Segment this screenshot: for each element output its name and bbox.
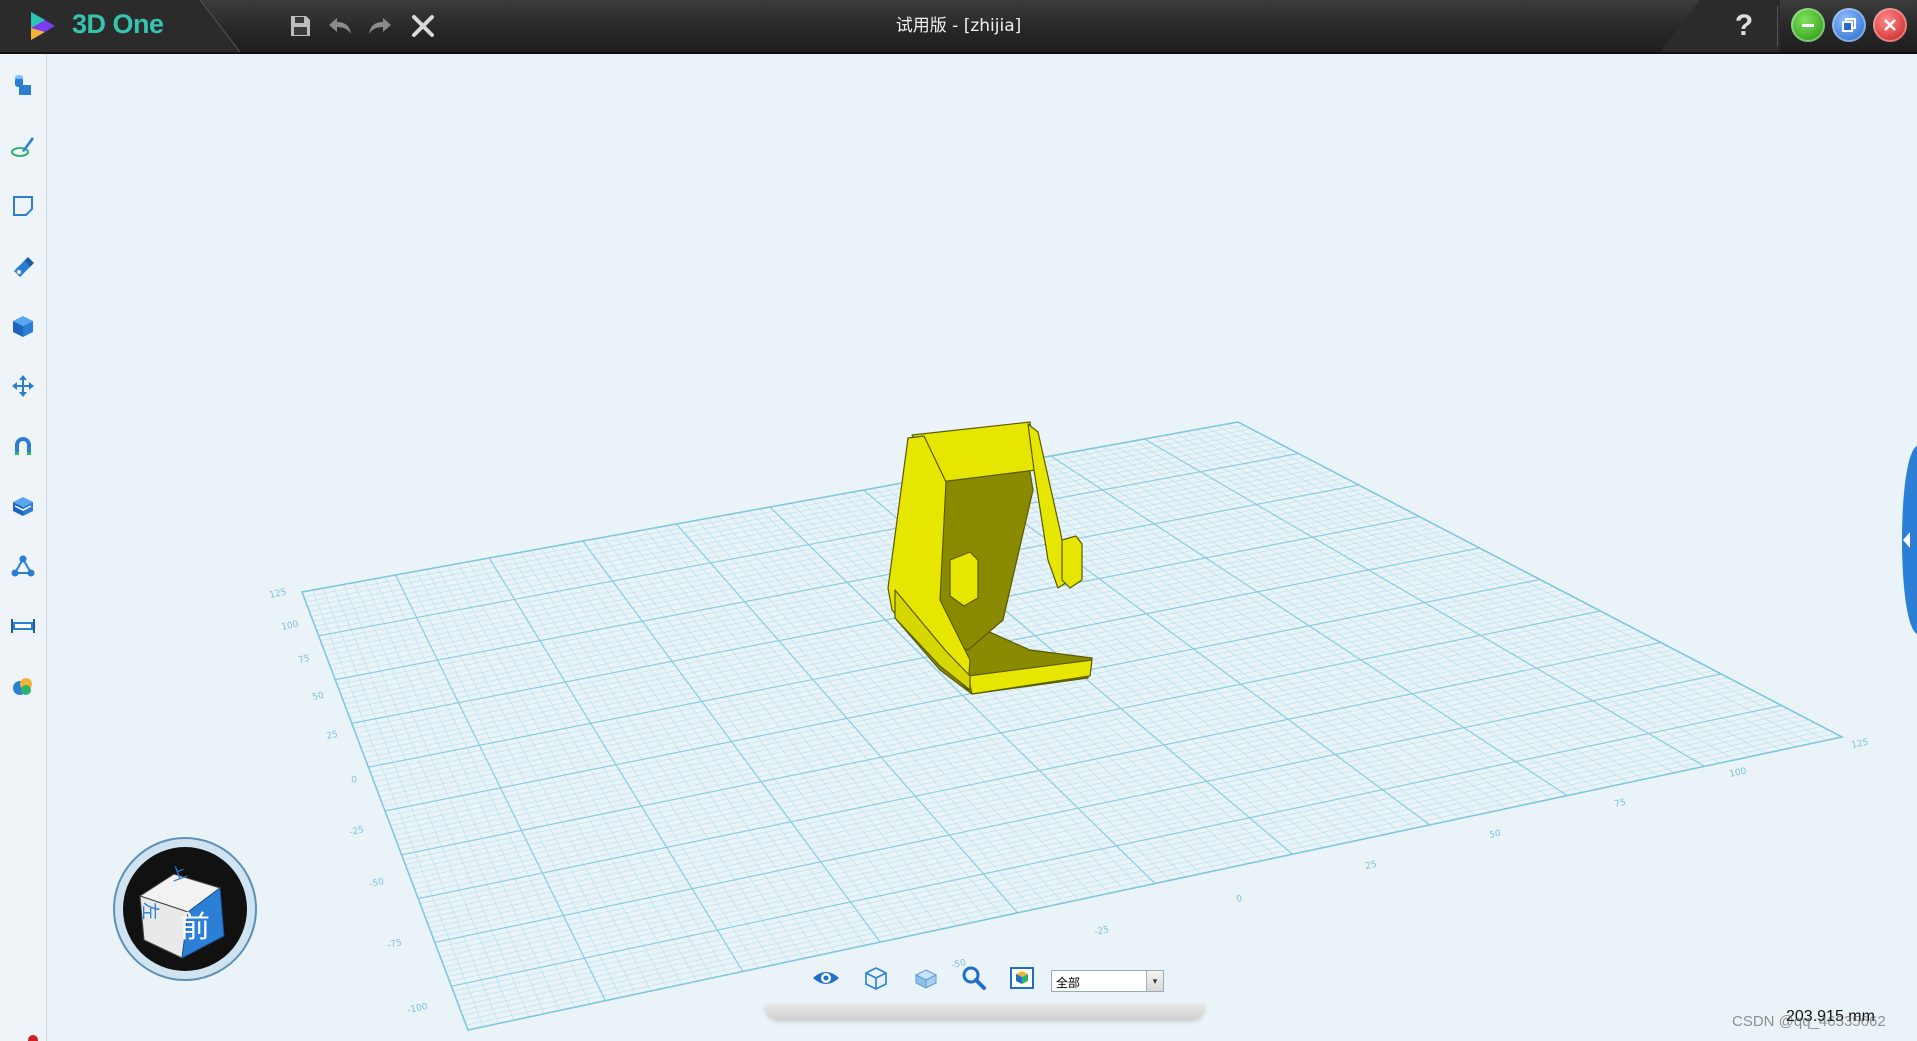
axis-label: 25	[1365, 860, 1378, 872]
solid-primitives-icon	[15, 75, 31, 95]
title-bar: 3D One 试用版 - [zhijia] ?	[0, 0, 1917, 54]
3d-viewport[interactable]: 125 100 75 50 25 0 -25 -50 -75 -100 -50 …	[47, 54, 1917, 1041]
zoom-button[interactable]	[956, 960, 992, 996]
axis-label: 125	[1851, 738, 1870, 751]
view-cube[interactable]: 上 左 前	[112, 836, 258, 982]
wireframe-cube-icon	[865, 967, 887, 990]
cube-icon	[13, 316, 33, 337]
view-cube-left-label: 左	[139, 902, 160, 920]
help-icon: ?	[1734, 9, 1754, 42]
axis-label: -25	[349, 825, 365, 838]
axis-label: 100	[1729, 767, 1748, 780]
axis-label: -100	[407, 1002, 429, 1016]
sidebar-item-material[interactable]	[5, 668, 41, 704]
sidebar-item-pattern[interactable]	[5, 548, 41, 584]
color-palette-icon	[13, 678, 32, 695]
axis-label: -75	[387, 938, 403, 951]
nodes-icon	[11, 555, 35, 577]
axis-label: -25	[1094, 925, 1110, 938]
axis-label: 50	[1489, 829, 1503, 841]
layers-icon	[13, 497, 33, 516]
axis-label: 75	[1614, 798, 1627, 810]
minimize-icon	[1802, 24, 1814, 27]
axis-label: -50	[369, 877, 386, 890]
bottom-axis-labels: -50 -25 0 25 50 75 100 125	[951, 738, 1870, 971]
restore-icon	[1842, 18, 1856, 32]
zoom-icon	[962, 966, 986, 990]
close-button[interactable]	[1873, 8, 1907, 42]
model-left-hook	[949, 551, 979, 607]
view-cube-front-label: 前	[180, 910, 210, 945]
sidebar-item-sketch-edit[interactable]	[5, 188, 41, 224]
title-divider	[1777, 6, 1778, 46]
axis-label: 0	[351, 775, 359, 786]
help-button[interactable]: ?	[1726, 8, 1762, 44]
sketch-square-icon	[13, 196, 33, 216]
status-indicator	[28, 1035, 38, 1041]
eye-icon	[813, 972, 839, 984]
magnet-icon	[15, 437, 31, 455]
scene-canvas[interactable]: 125 100 75 50 25 0 -25 -50 -75 -100 -50 …	[47, 54, 1917, 1041]
shaded-button[interactable]	[908, 960, 944, 996]
title-right-tab-shape	[1660, 0, 1780, 52]
sidebar-item-special-function[interactable]	[5, 248, 41, 284]
watermark: CSDN @qq_46535662	[1732, 1013, 1886, 1030]
ruler-icon	[11, 619, 35, 633]
grid-minor-lines	[303, 423, 1836, 1027]
move-arrows-icon	[12, 375, 34, 397]
axis-label: 0	[1236, 894, 1244, 905]
chevron-down-icon[interactable]: ▾	[1146, 971, 1163, 991]
sidebar-item-sketch[interactable]	[5, 128, 41, 164]
grid-border	[300, 421, 1845, 1031]
view-toggle-button[interactable]	[808, 960, 844, 996]
close-icon	[1884, 19, 1896, 31]
axis-label: 75	[298, 654, 311, 666]
axis-label: 25	[326, 730, 339, 742]
side-panel-toggle[interactable]	[1893, 446, 1917, 634]
sidebar-item-measure[interactable]	[5, 608, 41, 644]
brush-icon	[14, 257, 34, 277]
filter-select-value: 全部	[1056, 976, 1081, 990]
axis-label: 100	[281, 620, 300, 633]
wireframe-button[interactable]	[858, 960, 894, 996]
axis-label: 125	[269, 588, 288, 601]
sidebar-item-combine[interactable]	[5, 488, 41, 524]
window-title: 试用版 - [zhijia]	[895, 16, 1022, 36]
filter-select[interactable]: 全部 ▾	[1051, 970, 1164, 992]
minimize-button[interactable]	[1791, 8, 1825, 42]
render-mode-button[interactable]	[1004, 960, 1040, 996]
sidebar-item-basic-solid[interactable]	[5, 68, 41, 104]
sketch-pen-icon	[11, 137, 34, 157]
sidebar-item-move[interactable]	[5, 368, 41, 404]
model-right-hook	[1061, 535, 1083, 589]
sidebar-item-snap[interactable]	[5, 428, 41, 464]
shaded-cube-icon	[914, 969, 938, 989]
grid-major-lines	[301, 421, 1843, 1031]
tool-sidebar	[0, 54, 47, 1041]
restore-button[interactable]	[1832, 8, 1866, 42]
sidebar-item-feature-modeling[interactable]	[5, 308, 41, 344]
axis-label: 50	[312, 691, 326, 703]
grid-line	[1050, 455, 1568, 797]
render-mode-icon	[1010, 967, 1034, 989]
